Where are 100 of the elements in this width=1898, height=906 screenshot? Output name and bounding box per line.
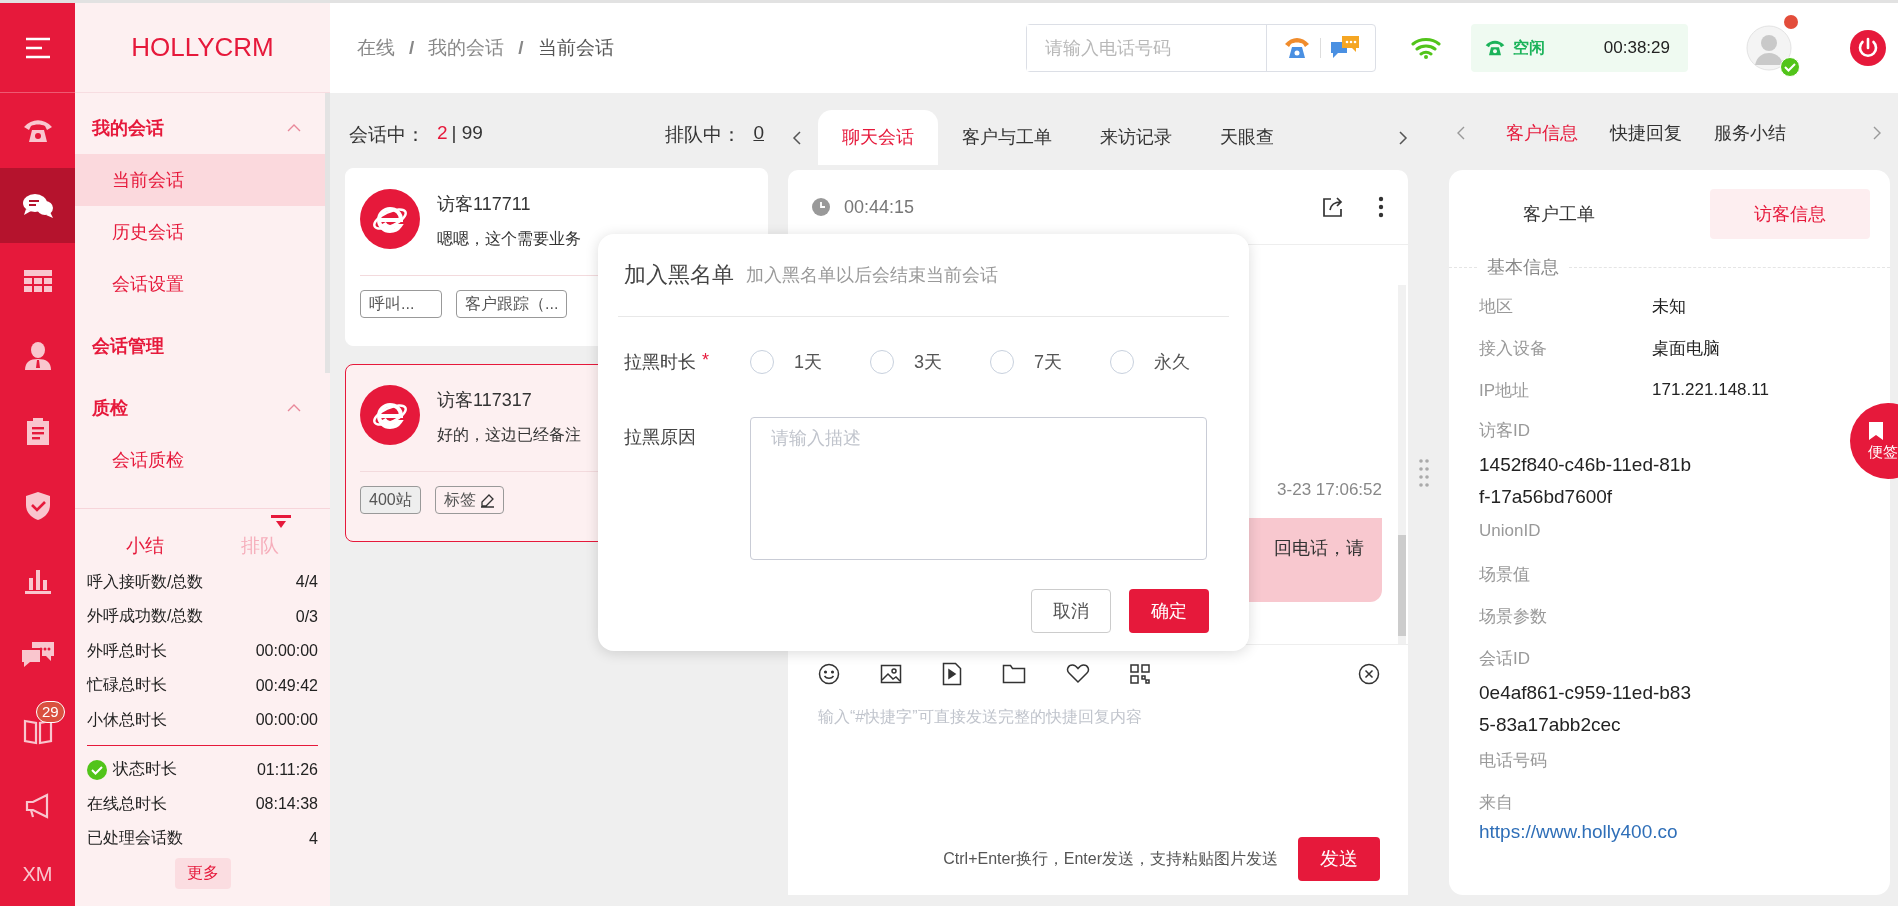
duration-option[interactable]: 3天 bbox=[870, 350, 960, 374]
menu-group[interactable]: 质检 bbox=[75, 382, 325, 434]
share-icon[interactable] bbox=[1322, 196, 1344, 218]
more-icon[interactable] bbox=[1378, 196, 1384, 218]
stat-label: 在线总时长 bbox=[87, 793, 167, 814]
message-icon bbox=[21, 641, 54, 670]
drag-handle-icon[interactable] bbox=[1419, 458, 1429, 487]
wifi-icon bbox=[1411, 37, 1441, 59]
send-button[interactable]: 发送 bbox=[1298, 837, 1380, 881]
browser-icon bbox=[360, 189, 420, 249]
info-tab[interactable]: 服务小结 bbox=[1698, 120, 1802, 145]
chat-tab[interactable]: 天眼查 bbox=[1196, 110, 1298, 165]
avatar[interactable] bbox=[1746, 25, 1792, 71]
rail-item[interactable] bbox=[0, 168, 75, 243]
breadcrumb-link[interactable]: 在线 bbox=[357, 35, 395, 61]
tag[interactable]: 客户跟踪（... bbox=[456, 290, 568, 318]
duration-option[interactable]: 7天 bbox=[990, 350, 1080, 374]
count-badge: 29 bbox=[36, 701, 65, 723]
chat-tab[interactable]: 客户与工单 bbox=[938, 110, 1076, 165]
bar-chart-icon bbox=[24, 567, 51, 594]
stat-label: 外呼成功数/总数 bbox=[87, 606, 204, 627]
emoji-icon[interactable] bbox=[818, 663, 840, 685]
agent-status[interactable]: 空闲 00:38:29 bbox=[1471, 24, 1688, 72]
browser-icon bbox=[360, 385, 420, 445]
stat-value: 00:00:00 bbox=[255, 711, 318, 730]
chat-tab[interactable]: 聊天会话 bbox=[818, 110, 938, 165]
field-value: 171.221.148.11 bbox=[1652, 380, 1769, 400]
status-timer: 00:38:29 bbox=[1603, 38, 1670, 58]
reason-label: 拉黑原因 bbox=[624, 426, 697, 449]
chevron-right-icon[interactable] bbox=[1398, 129, 1408, 146]
video-file-icon[interactable] bbox=[942, 662, 962, 686]
breadcrumb-link[interactable]: 我的会话 bbox=[428, 35, 505, 61]
field-value: 0e4af861-c959-11ed-b835-83a17abb2cec bbox=[1479, 681, 1691, 737]
menu-group[interactable]: 会话管理 bbox=[75, 320, 325, 372]
reason-field[interactable]: 请输入描述 bbox=[750, 417, 1207, 560]
scrollbar-thumb[interactable] bbox=[1398, 535, 1406, 636]
stat-value: 4 bbox=[309, 829, 318, 848]
menu-item[interactable]: 会话质检 bbox=[75, 434, 325, 486]
field-label: 会话ID bbox=[1479, 648, 1531, 670]
image-icon[interactable] bbox=[880, 663, 902, 685]
field-label: 地区 bbox=[1479, 295, 1514, 318]
field-label: 接入设备 bbox=[1479, 337, 1548, 360]
check-icon bbox=[87, 759, 107, 780]
chevron-left-icon[interactable] bbox=[792, 129, 802, 146]
grid-icon bbox=[23, 269, 52, 292]
info-subtab[interactable]: 客户工单 bbox=[1479, 189, 1639, 239]
stat-label: 外呼总时长 bbox=[87, 640, 167, 661]
bookmark-icon bbox=[1868, 420, 1884, 441]
source-link[interactable]: https://www.holly400.co bbox=[1479, 821, 1890, 843]
stat-label: 忙碌总时长 bbox=[87, 675, 167, 696]
info-tab[interactable]: 快捷回复 bbox=[1594, 120, 1698, 145]
notification-dot bbox=[1784, 15, 1798, 29]
queue-count[interactable]: 0 bbox=[753, 122, 764, 148]
session-limit: | 99 bbox=[451, 122, 483, 145]
menu-group[interactable]: 我的会话 bbox=[75, 102, 325, 154]
info-tab[interactable]: 客户信息 bbox=[1490, 120, 1594, 145]
pencil-icon bbox=[479, 492, 495, 508]
tag[interactable]: 呼叫... bbox=[360, 290, 442, 318]
person-icon bbox=[24, 341, 51, 370]
scrollbar[interactable] bbox=[1398, 285, 1406, 644]
breadcrumb-link[interactable]: 当前会话 bbox=[537, 35, 614, 61]
qr-code-icon[interactable] bbox=[1130, 664, 1150, 684]
power-icon[interactable] bbox=[1850, 30, 1886, 66]
breadcrumb-separator: / bbox=[409, 37, 415, 59]
heart-icon[interactable] bbox=[1066, 664, 1090, 684]
status-label: 空闲 bbox=[1513, 37, 1546, 58]
duration-option[interactable]: 永久 bbox=[1110, 350, 1200, 374]
chat-tab[interactable]: 来访记录 bbox=[1076, 110, 1196, 165]
menu-icon[interactable] bbox=[24, 36, 51, 59]
rail-item[interactable]: 29 bbox=[0, 693, 75, 768]
menu-item[interactable]: 会话设置 bbox=[75, 258, 325, 310]
chat-icon bbox=[21, 191, 54, 220]
phone-icon[interactable] bbox=[1283, 37, 1310, 59]
close-icon[interactable] bbox=[1358, 663, 1380, 685]
shield-icon bbox=[25, 491, 50, 520]
caret-icon bbox=[287, 124, 301, 132]
send-hint: Ctrl+Enter换行，Enter发送，支持粘贴图片发送 bbox=[943, 848, 1278, 869]
confirm-button[interactable]: 确定 bbox=[1129, 589, 1209, 633]
cancel-button[interactable]: 取消 bbox=[1031, 589, 1111, 633]
field-label: UnionID bbox=[1479, 521, 1542, 542]
chat-bubble-icon[interactable] bbox=[1330, 36, 1359, 60]
check-icon bbox=[1780, 57, 1800, 77]
stats-tab[interactable]: 小结 bbox=[125, 533, 164, 559]
dialog-title: 加入黑名单 bbox=[624, 261, 734, 289]
queue-label: 排队中： bbox=[665, 123, 742, 147]
more-button[interactable]: 更多 bbox=[174, 858, 231, 889]
tag[interactable]: 标签 bbox=[434, 486, 504, 514]
visitor-name: 访客117317 bbox=[437, 389, 533, 412]
scrollbar[interactable] bbox=[325, 93, 330, 373]
phone-search-field[interactable]: 请输入电话号码 bbox=[1026, 24, 1376, 72]
menu-item[interactable]: 当前会话 bbox=[75, 154, 325, 206]
stat-value: 0/3 bbox=[295, 607, 318, 626]
tag[interactable]: 400站 bbox=[360, 486, 421, 514]
stat-value: 01:11:26 bbox=[256, 760, 318, 779]
field-value: 桌面电脑 bbox=[1652, 337, 1720, 360]
menu-item[interactable]: 历史会话 bbox=[75, 206, 325, 258]
folder-icon[interactable] bbox=[1002, 664, 1026, 684]
collapse-handle-icon[interactable] bbox=[271, 515, 291, 529]
stat-label: 已处理会话数 bbox=[87, 828, 183, 849]
info-subtab[interactable]: 访客信息 bbox=[1710, 189, 1870, 239]
